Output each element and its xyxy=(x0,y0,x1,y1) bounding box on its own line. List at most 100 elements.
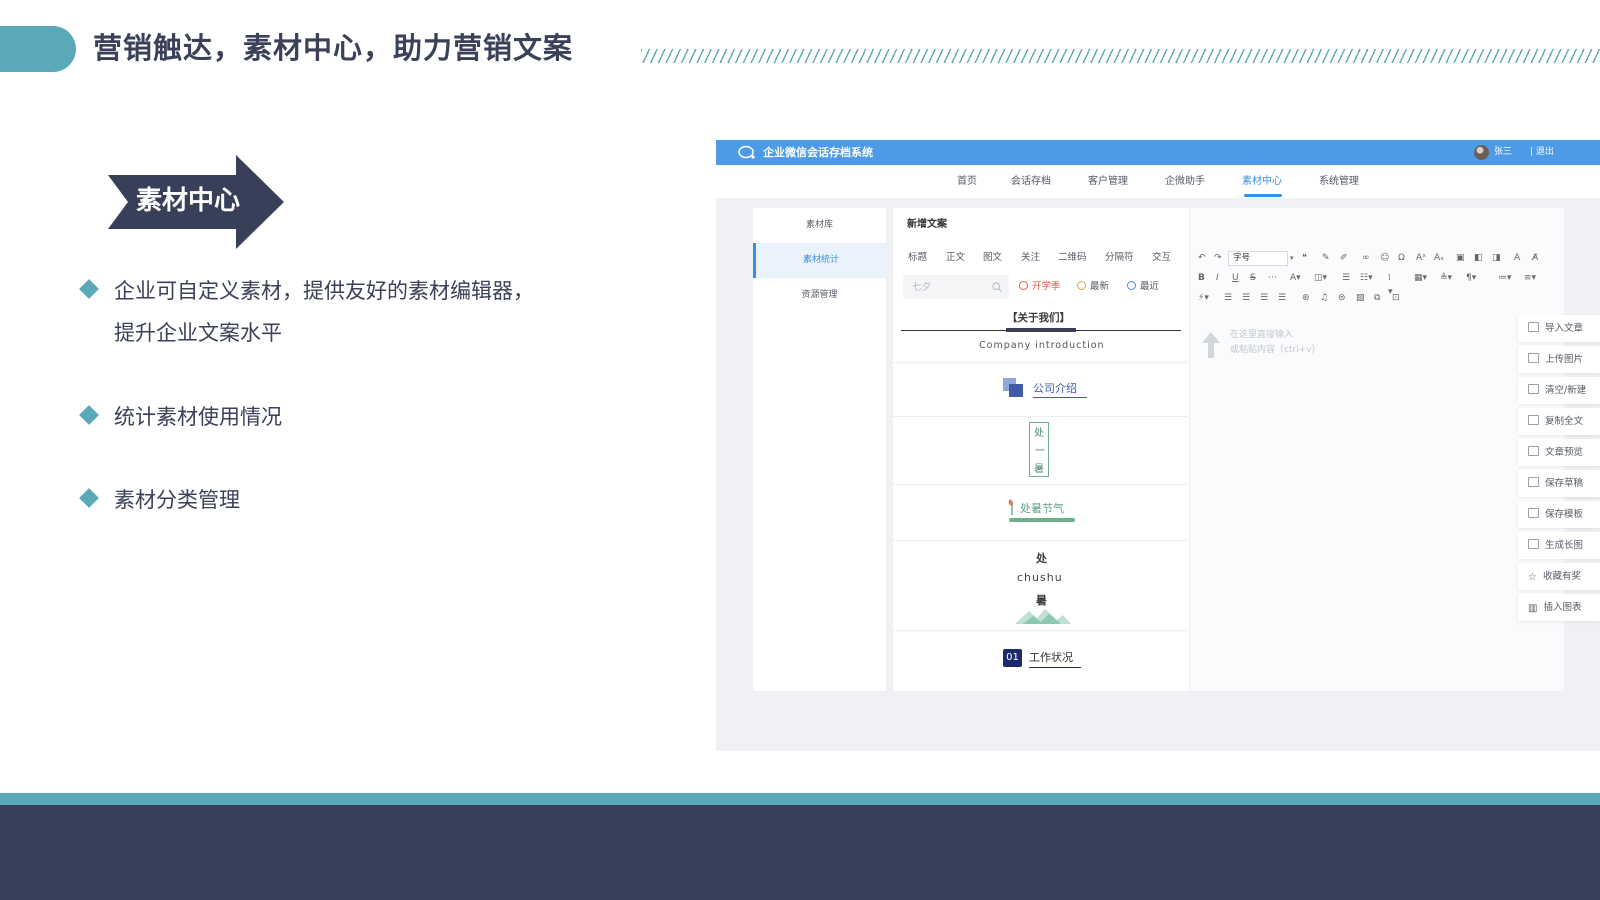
emoji-icon[interactable]: ☺ xyxy=(1380,251,1389,265)
template-company-intro[interactable]: 公司介绍 xyxy=(1033,380,1077,396)
tab-body[interactable]: 正文 xyxy=(946,251,965,265)
decorative-hatch-line xyxy=(641,49,1600,63)
image-icon[interactable]: ▨ xyxy=(1356,291,1365,305)
quote-icon[interactable]: ❝ xyxy=(1302,251,1307,265)
paragraph-spacing-icon[interactable]: ≜▾ xyxy=(1440,271,1452,285)
strikethrough-icon[interactable]: S xyxy=(1250,271,1256,285)
format-brush-icon[interactable]: ✎ xyxy=(1322,251,1330,265)
superscript-icon[interactable]: Aˣ xyxy=(1416,251,1426,265)
nav-wecom-assistant[interactable]: 企微助手 xyxy=(1165,174,1205,190)
app-sidebar: 素材库 素材统计 资源管理 xyxy=(753,208,886,691)
tab-qrcode[interactable]: 二维码 xyxy=(1058,251,1087,265)
font-size-select[interactable]: 字号 xyxy=(1228,251,1288,266)
filter-label: 最新 xyxy=(1090,281,1110,292)
subscript-icon[interactable]: Aₓ xyxy=(1434,251,1444,265)
background-color-icon[interactable]: ◫▾ xyxy=(1314,271,1327,285)
tab-heading[interactable]: 标题 xyxy=(908,251,927,265)
slide-title: 营销触达，素材中心，助力营销文案 xyxy=(93,31,574,65)
tab-follow[interactable]: 关注 xyxy=(1021,251,1040,265)
filter-recent[interactable]: 最近 xyxy=(1127,280,1159,294)
template-about-title[interactable]: 【关于我们】 xyxy=(1007,310,1070,325)
template-separator xyxy=(893,540,1188,541)
top-nav: 首页 会话存档 客户管理 企微助手 素材中心 系统管理 xyxy=(716,165,1600,198)
active-tab-indicator xyxy=(1244,194,1282,197)
horizontal-rule-icon[interactable]: ⋯ xyxy=(1268,271,1277,285)
table-icon[interactable]: ▦▾ xyxy=(1414,271,1427,285)
italic-icon[interactable]: I xyxy=(1216,271,1219,285)
template-chushu-pinyin[interactable]: chushu xyxy=(1017,571,1063,584)
save-draft-button[interactable]: 保存草稿 xyxy=(1518,470,1600,497)
template-icon[interactable]: ⊡ xyxy=(1392,291,1400,305)
user-name[interactable]: 张三 xyxy=(1494,145,1512,160)
generate-long-image-button[interactable]: 生成长图 xyxy=(1518,532,1600,559)
nav-session-archive[interactable]: 会话存档 xyxy=(1011,174,1051,190)
import-article-button[interactable]: 导入文章 xyxy=(1518,315,1600,342)
link-icon[interactable]: ∞ xyxy=(1362,251,1370,265)
music-icon[interactable]: ♫ xyxy=(1320,291,1328,305)
avatar[interactable] xyxy=(1474,145,1489,160)
tab-interaction[interactable]: 交互 xyxy=(1152,251,1171,265)
map-icon[interactable]: ⊛ xyxy=(1302,291,1310,305)
bold-icon[interactable]: B xyxy=(1198,271,1205,285)
eraser-icon[interactable]: ✐ xyxy=(1340,251,1348,265)
copy-all-button[interactable]: 复制全文 xyxy=(1518,408,1600,435)
indent-icon[interactable]: ☰ xyxy=(1342,271,1350,285)
template-chushu-top[interactable]: 处 xyxy=(1036,550,1047,566)
sidebar-item-resource-management[interactable]: 资源管理 xyxy=(753,278,886,313)
template-work-status[interactable]: 工作状况 xyxy=(1029,649,1073,665)
app-topbar: 企业微信会话存档系统 张三 | 退出 xyxy=(716,140,1600,165)
preview-article-button[interactable]: 文章预览 xyxy=(1518,439,1600,466)
save-template-button[interactable]: 保存模板 xyxy=(1518,501,1600,528)
template-about-subtitle[interactable]: Company introduction xyxy=(979,340,1105,351)
underline-icon[interactable]: U xyxy=(1232,271,1239,285)
document-icon xyxy=(1528,508,1539,518)
tab-divider[interactable]: 分隔符 xyxy=(1105,251,1134,265)
ordered-list-icon[interactable]: ≔▾ xyxy=(1498,271,1512,285)
filter-back-to-school[interactable]: 开学季 xyxy=(1019,280,1061,294)
sidebar-item-material-library[interactable]: 素材库 xyxy=(753,208,886,243)
paste-icon[interactable]: ▣ xyxy=(1456,251,1465,265)
filter-newest[interactable]: 最新 xyxy=(1077,280,1109,294)
format-icon[interactable]: ¶▾ xyxy=(1466,271,1476,285)
mountain-icon xyxy=(1015,609,1071,624)
search-icon[interactable] xyxy=(992,282,1002,292)
nav-system-management[interactable]: 系统管理 xyxy=(1319,174,1359,190)
template-vertical-char: 处 xyxy=(1034,428,1044,439)
align-right-icon[interactable]: ☰ xyxy=(1260,291,1268,305)
template-chushu-bottom[interactable]: 暑 xyxy=(1036,592,1047,608)
column-left-icon[interactable]: ◧ xyxy=(1474,251,1483,265)
video-icon[interactable]: ⊜ xyxy=(1338,291,1346,305)
redo-icon[interactable]: ↷ xyxy=(1214,251,1222,265)
clear-new-button[interactable]: 清空/新建 xyxy=(1518,377,1600,404)
font-color-icon[interactable]: A xyxy=(1514,251,1520,265)
filter-label: 最近 xyxy=(1140,281,1160,292)
magic-wand-icon[interactable]: ⚡▾ xyxy=(1198,291,1209,305)
template-rule-accent xyxy=(1006,328,1076,332)
paste-hint-line: 或粘贴内容（ctrl+v） xyxy=(1230,345,1321,355)
sidebar-item-material-stats[interactable]: 素材统计 xyxy=(753,243,886,278)
align-center-icon[interactable]: ☰ xyxy=(1242,291,1250,305)
crop-image-icon[interactable]: ⧉ xyxy=(1374,291,1380,305)
insert-chart-button[interactable]: ▥ 插入图表 xyxy=(1518,594,1600,621)
unordered-list-icon[interactable]: ≡▾ xyxy=(1524,271,1536,285)
template-festival[interactable]: 处暑节气 xyxy=(1020,500,1064,516)
favorite-reward-button[interactable]: ☆ 收藏有奖 xyxy=(1518,563,1600,590)
line-height-icon[interactable]: ☷▾ xyxy=(1360,271,1373,285)
align-justify-icon[interactable]: ☰ xyxy=(1278,291,1286,305)
text-color-icon[interactable]: A▾ xyxy=(1290,271,1301,285)
special-char-icon[interactable]: Ω xyxy=(1398,251,1405,265)
nav-home[interactable]: 首页 xyxy=(957,174,977,190)
nav-customer-management[interactable]: 客户管理 xyxy=(1088,174,1128,190)
align-left-icon[interactable]: ☰ xyxy=(1224,291,1232,305)
fire-icon xyxy=(1019,281,1028,290)
nav-material-center[interactable]: 素材中心 xyxy=(1242,174,1282,190)
undo-icon[interactable]: ↶ xyxy=(1198,251,1206,265)
upload-image-button[interactable]: 上传图片 xyxy=(1518,346,1600,373)
editor-paste-hint[interactable]: 在这里直接输入 或粘贴内容（ctrl+v） xyxy=(1230,328,1321,358)
column-right-icon[interactable]: ◨ xyxy=(1492,251,1501,265)
template-number-badge[interactable]: 01 xyxy=(1003,649,1022,667)
chevron-down-icon[interactable]: ▾ xyxy=(1290,251,1294,265)
tab-image-text[interactable]: 图文 xyxy=(983,251,1002,265)
clear-format-icon[interactable]: A̸ xyxy=(1532,251,1538,265)
logout-link[interactable]: | 退出 xyxy=(1530,145,1554,160)
